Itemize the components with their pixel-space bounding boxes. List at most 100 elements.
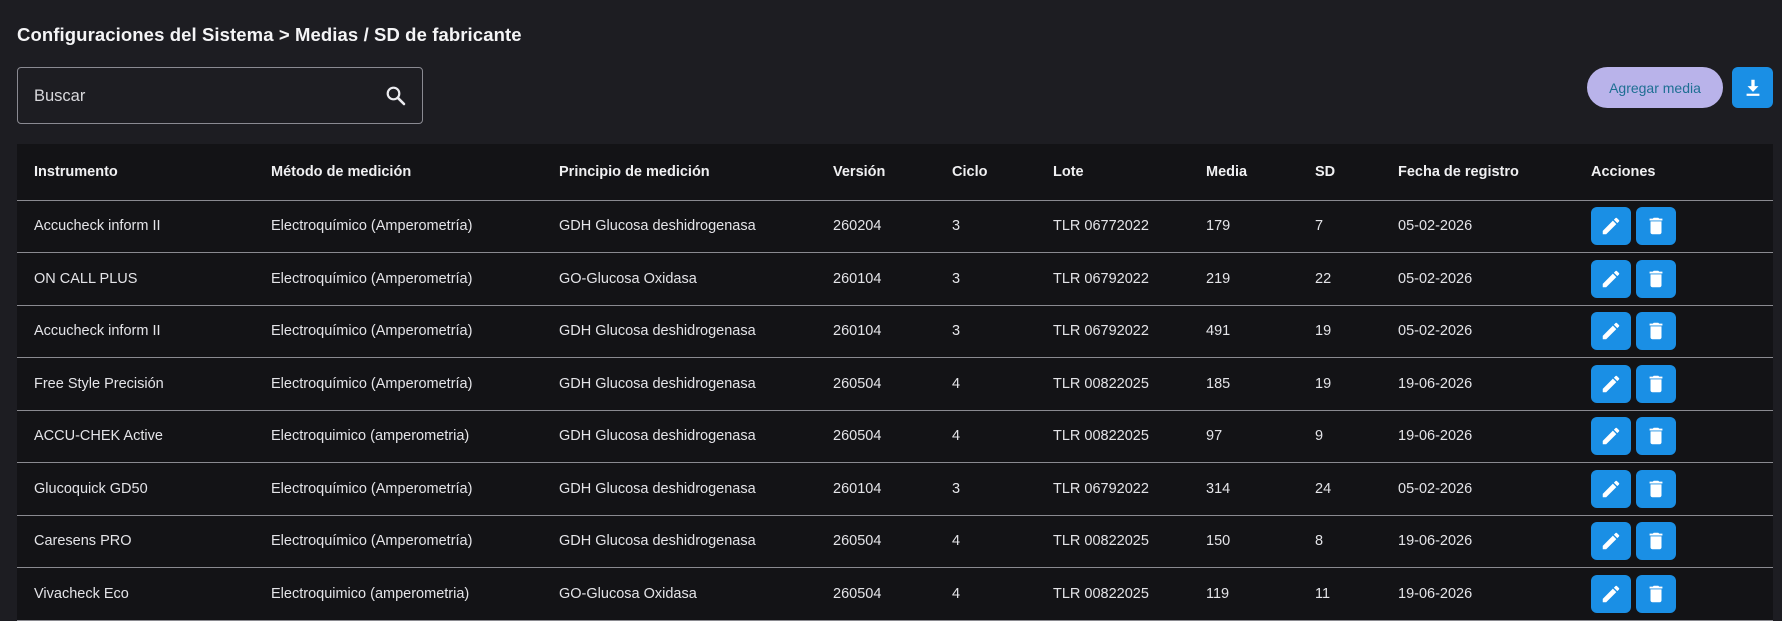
- cell-version: 260504: [816, 515, 935, 568]
- cell-sd: 19: [1298, 357, 1381, 411]
- cell-method: Electroquímico (Amperometría): [254, 252, 542, 306]
- row-actions: [1591, 522, 1773, 561]
- trash-icon: [1649, 323, 1663, 340]
- trash-icon: [1649, 533, 1663, 550]
- edit-button[interactable]: [1591, 207, 1631, 246]
- cell-instrument: Caresens PRO: [17, 515, 254, 568]
- cell-method: Electroquímico (Amperometría): [254, 305, 542, 358]
- table-row: Accucheck inform II Electroquímico (Amper…: [17, 200, 1773, 253]
- column-header-actions: Acciones: [1574, 144, 1773, 201]
- cell-method: Electroquimico (amperometria): [254, 567, 542, 621]
- cell-instrument: ACCU-CHEK Active: [17, 410, 254, 463]
- trash-icon: [1649, 270, 1663, 287]
- cell-instrument: Glucoquick GD50: [17, 462, 254, 516]
- trash-icon: [1649, 585, 1663, 602]
- delete-button[interactable]: [1636, 312, 1676, 351]
- table-body: Accucheck inform II Electroquímico (Amper…: [17, 200, 1773, 621]
- pencil-icon: [1602, 375, 1620, 392]
- cell-cycle: 3: [935, 305, 1036, 358]
- edit-button[interactable]: [1591, 364, 1631, 403]
- pencil-icon: [1602, 217, 1620, 235]
- row-actions: [1591, 364, 1773, 403]
- search-field[interactable]: [17, 67, 423, 124]
- delete-button[interactable]: [1636, 259, 1676, 298]
- edit-button[interactable]: [1591, 312, 1631, 351]
- edit-button[interactable]: [1591, 522, 1631, 561]
- cell-mean: 150: [1189, 515, 1298, 568]
- column-header-instrument: Instrumento: [17, 144, 254, 201]
- delete-button[interactable]: [1636, 522, 1676, 561]
- cell-principle: GDH Glucosa deshidrogenasa: [542, 305, 816, 358]
- cell-actions: [1574, 567, 1773, 621]
- delete-button[interactable]: [1636, 574, 1676, 613]
- column-header-sd: SD: [1298, 144, 1381, 201]
- cell-method: Electroquímico (Amperometría): [254, 357, 542, 411]
- cell-sd: 7: [1298, 200, 1381, 253]
- page: Configuraciones del Sistema > Medias / S…: [0, 0, 1782, 621]
- search-icon[interactable]: [384, 84, 408, 108]
- pencil-icon: [1602, 322, 1620, 340]
- table-row: Accucheck inform II Electroquímico (Amper…: [17, 305, 1773, 358]
- trash-icon: [1649, 428, 1663, 445]
- cell-actions: [1574, 410, 1773, 463]
- cell-lot: TLR 06772022: [1036, 200, 1189, 253]
- delete-button[interactable]: [1636, 417, 1676, 456]
- cell-lot: TLR 06792022: [1036, 462, 1189, 516]
- table-row: ACCU-CHEK Active Electroquimico (amperome…: [17, 410, 1773, 463]
- row-actions: [1591, 312, 1773, 351]
- cell-sd: 24: [1298, 462, 1381, 516]
- pencil-icon: [1602, 532, 1620, 550]
- add-media-button[interactable]: Agregar media: [1587, 67, 1723, 108]
- trash-icon: [1649, 480, 1663, 497]
- cell-version: 260104: [816, 252, 935, 306]
- cell-lot: TLR 00822025: [1036, 515, 1189, 568]
- cell-method: Electroquímico (Amperometría): [254, 462, 542, 516]
- edit-button[interactable]: [1591, 259, 1631, 298]
- column-header-date: Fecha de registro: [1381, 144, 1574, 201]
- row-actions: [1591, 417, 1773, 456]
- cell-date: 19-06-2026: [1381, 515, 1574, 568]
- cell-mean: 119: [1189, 567, 1298, 621]
- cell-principle: GDH Glucosa deshidrogenasa: [542, 357, 816, 411]
- cell-actions: [1574, 515, 1773, 568]
- cell-method: Electroquímico (Amperometría): [254, 515, 542, 568]
- cell-instrument: Accucheck inform II: [17, 305, 254, 358]
- search-input[interactable]: [34, 82, 374, 110]
- column-header-lot: Lote: [1036, 144, 1189, 201]
- edit-button[interactable]: [1591, 574, 1631, 613]
- cell-cycle: 4: [935, 515, 1036, 568]
- cell-cycle: 3: [935, 200, 1036, 253]
- cell-cycle: 3: [935, 462, 1036, 516]
- edit-button[interactable]: [1591, 469, 1631, 508]
- edit-button[interactable]: [1591, 417, 1631, 456]
- table-row: Vivacheck Eco Electroquimico (amperometri…: [17, 567, 1773, 621]
- cell-principle: GO-Glucosa Oxidasa: [542, 252, 816, 306]
- cell-mean: 185: [1189, 357, 1298, 411]
- table-row: Free Style Precisión Electroquímico (Ampe…: [17, 357, 1773, 411]
- cell-actions: [1574, 462, 1773, 516]
- cell-version: 260504: [816, 357, 935, 411]
- pencil-icon: [1602, 585, 1620, 602]
- cell-date: 19-06-2026: [1381, 410, 1574, 463]
- cell-principle: GDH Glucosa deshidrogenasa: [542, 410, 816, 463]
- delete-button[interactable]: [1636, 364, 1676, 403]
- cell-method: Electroquímico (Amperometría): [254, 200, 542, 253]
- cell-date: 05-02-2026: [1381, 200, 1574, 253]
- cell-mean: 491: [1189, 305, 1298, 358]
- cell-sd: 9: [1298, 410, 1381, 463]
- cell-lot: TLR 00822025: [1036, 410, 1189, 463]
- cell-principle: GDH Glucosa deshidrogenasa: [542, 200, 816, 253]
- cell-principle: GO-Glucosa Oxidasa: [542, 567, 816, 621]
- table-row: Glucoquick GD50 Electroquímico (Amperomet…: [17, 462, 1773, 516]
- table-header-row: Instrumento Método de medición Principio d…: [17, 144, 1773, 201]
- cell-lot: TLR 06792022: [1036, 305, 1189, 358]
- cell-lot: TLR 06792022: [1036, 252, 1189, 306]
- column-header-principle: Principio de medición: [542, 144, 816, 201]
- download-button[interactable]: [1732, 67, 1773, 108]
- delete-button[interactable]: [1636, 469, 1676, 508]
- cell-cycle: 3: [935, 252, 1036, 306]
- cell-lot: TLR 00822025: [1036, 357, 1189, 411]
- cell-mean: 314: [1189, 462, 1298, 516]
- cell-date: 05-02-2026: [1381, 462, 1574, 516]
- delete-button[interactable]: [1636, 207, 1676, 246]
